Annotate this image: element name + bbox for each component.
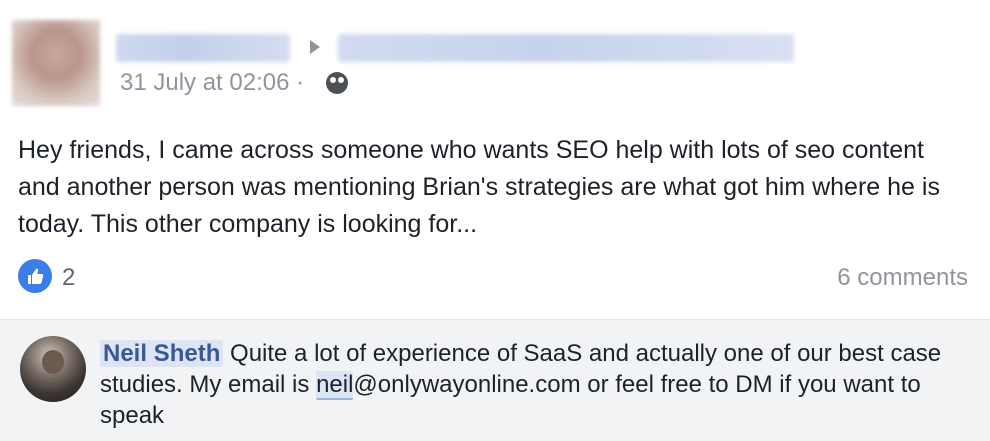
comments-count-link[interactable]: 6 comments — [837, 263, 968, 293]
comment-section: Neil Sheth Quite a lot of experience of … — [0, 319, 990, 441]
feed-post: 31 July at 02:06 · Hey friends, I came a… — [0, 0, 990, 318]
author-name-redacted[interactable] — [116, 34, 290, 62]
like-icon[interactable] — [18, 259, 52, 293]
author-avatar[interactable] — [12, 20, 100, 106]
commenter-name-link[interactable]: Neil Sheth — [100, 340, 224, 367]
like-count[interactable]: 2 — [62, 263, 75, 293]
group-name-redacted[interactable] — [338, 34, 794, 62]
post-timestamp[interactable]: 31 July at 02:06 · — [120, 68, 304, 98]
globe-icon[interactable] — [326, 72, 348, 94]
commenter-avatar[interactable] — [20, 336, 86, 402]
post-body: Hey friends, I came across someone who w… — [18, 136, 940, 238]
arrow-icon — [310, 40, 320, 54]
email-mention[interactable]: neil — [316, 371, 354, 400]
comment-body: Neil Sheth Quite a lot of experience of … — [100, 338, 960, 431]
